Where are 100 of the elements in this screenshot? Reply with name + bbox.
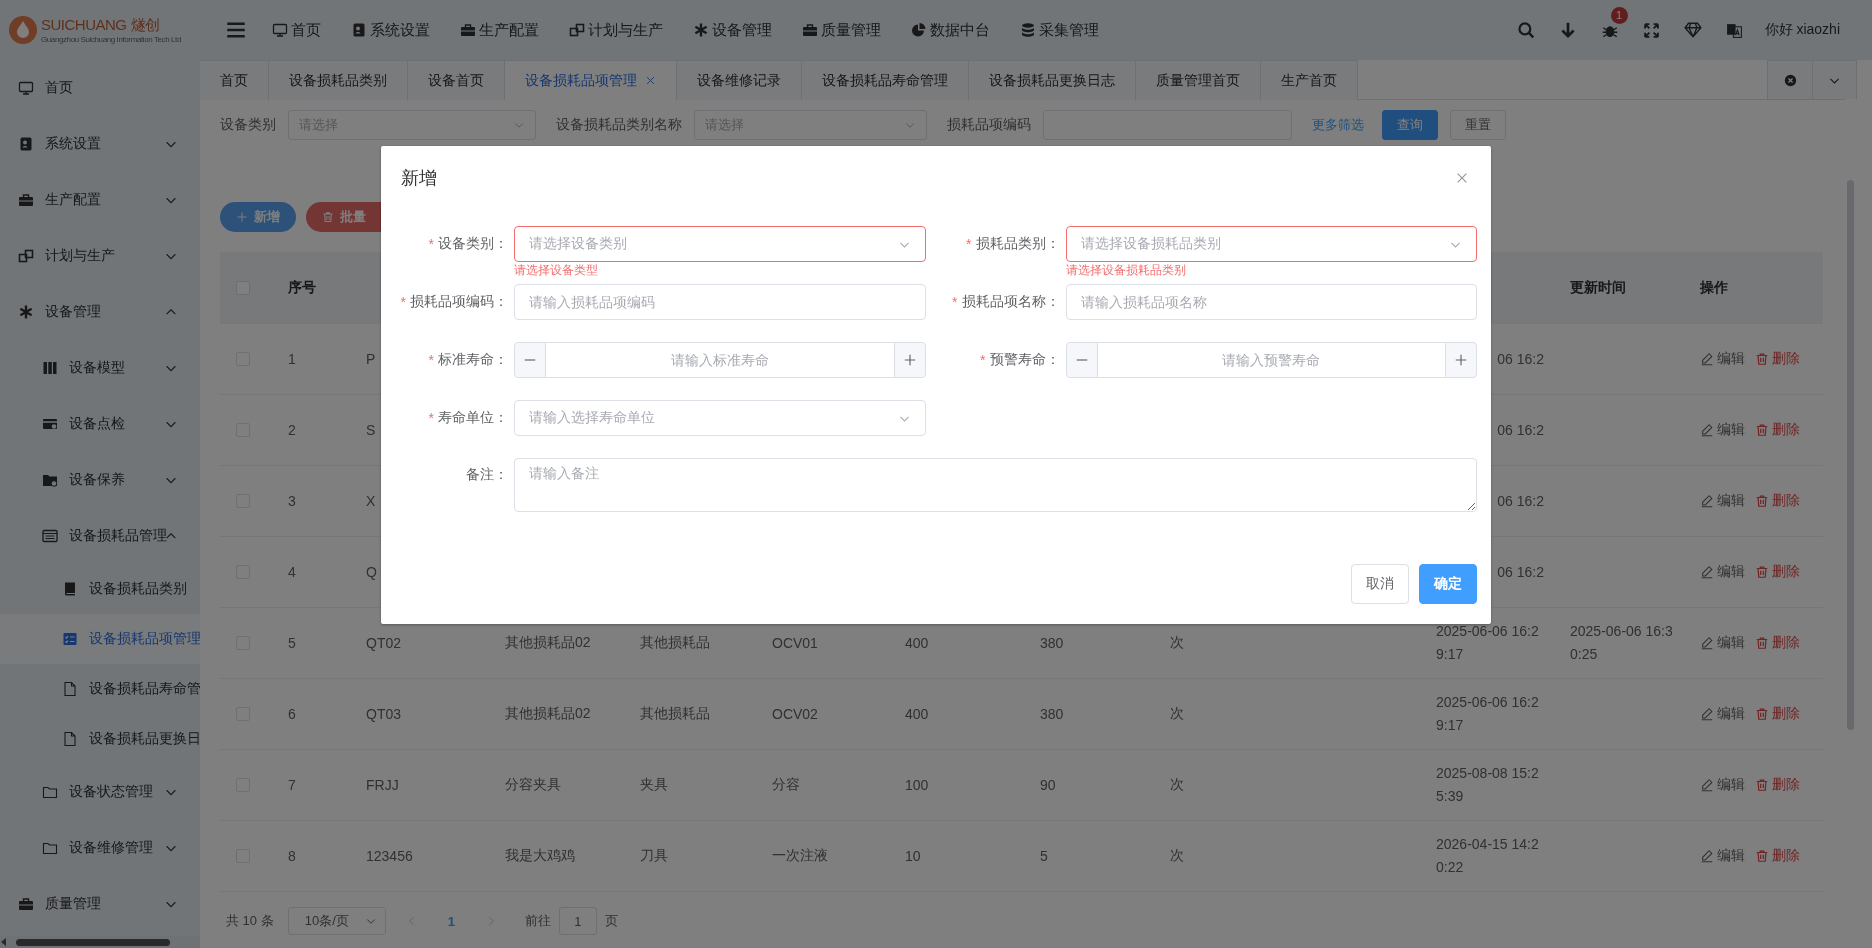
confirm-button[interactable]: 确定 bbox=[1419, 564, 1477, 604]
sidebar-item[interactable]: 设备损耗品更换日 bbox=[0, 714, 200, 764]
delete-link[interactable]: 删除 bbox=[1755, 563, 1800, 581]
delete-link[interactable]: 删除 bbox=[1755, 350, 1800, 368]
delete-link[interactable]: 删除 bbox=[1755, 705, 1800, 723]
table-cell-text: 06 16:2 bbox=[1497, 420, 1544, 440]
tab[interactable]: 设备首页 bbox=[408, 60, 505, 100]
arrow-down-icon bbox=[1558, 21, 1577, 39]
query-button[interactable]: 查询 bbox=[1382, 110, 1438, 140]
increment-button[interactable] bbox=[893, 342, 926, 378]
select-field[interactable]: 请选择设备损耗品类别 bbox=[1065, 226, 1477, 262]
pie-chart-icon bbox=[911, 22, 927, 38]
sidebar-item[interactable]: 生产配置 bbox=[0, 172, 200, 228]
delete-link[interactable]: 删除 bbox=[1755, 492, 1800, 510]
edit-link[interactable]: 编辑 bbox=[1700, 563, 1745, 581]
jump-suffix: 页 bbox=[604, 912, 618, 930]
edit-link[interactable]: 编辑 bbox=[1700, 421, 1745, 439]
nav-menu-item[interactable]: 设备管理 bbox=[681, 10, 784, 50]
add-button[interactable]: 新增 bbox=[220, 202, 296, 232]
tab[interactable]: 设备损耗品类别 bbox=[269, 60, 408, 100]
remark-field[interactable]: 请输入备注 bbox=[514, 458, 1477, 512]
table-cell: 分容夹具 bbox=[505, 776, 561, 792]
database-icon bbox=[1020, 22, 1036, 38]
tab[interactable]: 设备损耗品更换日志 bbox=[969, 60, 1136, 100]
field-label: 预警寿命： bbox=[989, 351, 1060, 369]
table-cell: Q bbox=[366, 564, 377, 580]
tab[interactable]: 生产首页 bbox=[1261, 60, 1358, 100]
scroll-left-arrow-icon[interactable] bbox=[0, 938, 8, 946]
input-field[interactable]: 请输入损耗品项名称 bbox=[1065, 284, 1477, 320]
pencil-icon bbox=[1700, 636, 1714, 650]
required-mark: * bbox=[428, 410, 434, 426]
input-field[interactable]: 请输入损耗品项编码 bbox=[514, 284, 926, 320]
sidebar-item[interactable]: 设备状态管理 bbox=[0, 764, 200, 820]
more-filters-link[interactable]: 更多筛选 bbox=[1312, 116, 1364, 134]
decrement-button[interactable] bbox=[1065, 342, 1098, 378]
increment-button[interactable] bbox=[1445, 342, 1477, 378]
delete-link[interactable]: 删除 bbox=[1755, 421, 1800, 439]
decrement-button[interactable] bbox=[514, 342, 546, 378]
edit-link[interactable]: 编辑 bbox=[1700, 705, 1745, 723]
table-cell: 次 bbox=[1170, 776, 1184, 792]
nav-menu-item[interactable]: 计划与生产 bbox=[557, 10, 675, 50]
id-card-icon bbox=[351, 22, 367, 38]
select-field[interactable]: 请选择设备类别 bbox=[514, 226, 926, 262]
sidebar-item[interactable]: 系统设置 bbox=[0, 116, 200, 172]
pencil-icon bbox=[1700, 849, 1714, 863]
sidebar-item[interactable]: 设备管理 bbox=[0, 284, 200, 340]
sidebar-item[interactable]: 首页 bbox=[0, 60, 200, 116]
sidebar-item[interactable]: 设备点检 bbox=[0, 396, 200, 452]
table-cell: 5 bbox=[1040, 848, 1048, 864]
delete-link[interactable]: 删除 bbox=[1755, 847, 1800, 865]
table-cell: 3 bbox=[288, 493, 296, 509]
select-field[interactable]: 请输入选择寿命单位 bbox=[514, 400, 926, 436]
delete-link[interactable]: 删除 bbox=[1755, 776, 1800, 794]
sidebar-item[interactable]: 设备模型 bbox=[0, 340, 200, 396]
number-input-field[interactable]: 请输入标准寿命 bbox=[546, 342, 894, 378]
sidebar-item[interactable]: 质量管理 bbox=[0, 876, 200, 932]
nav-menu-item[interactable]: 采集管理 bbox=[1008, 10, 1111, 50]
table-cell: 2 bbox=[288, 422, 296, 438]
edit-link[interactable]: 编辑 bbox=[1700, 350, 1745, 368]
close-icon bbox=[645, 75, 656, 86]
sidebar-item[interactable]: 设备损耗品寿命管 bbox=[0, 664, 200, 714]
sidebar-item[interactable]: 设备维修管理 bbox=[0, 820, 200, 876]
sidebar-item[interactable]: 设备损耗品项管理 bbox=[0, 614, 200, 664]
required-mark: * bbox=[400, 294, 406, 310]
filter-label: 损耗品项编码 bbox=[947, 116, 1031, 134]
field-label: 寿命单位： bbox=[438, 409, 508, 427]
nav-menu-item[interactable]: 首页 bbox=[260, 10, 333, 50]
nav-menu-item[interactable]: 数据中台 bbox=[899, 10, 1002, 50]
close-button[interactable] bbox=[1455, 171, 1469, 185]
edit-link[interactable]: 编辑 bbox=[1700, 776, 1745, 794]
edit-link[interactable]: 编辑 bbox=[1700, 634, 1745, 652]
tab[interactable]: 设备损耗品寿命管理 bbox=[802, 60, 969, 100]
nav-menu-item[interactable]: 系统设置 bbox=[339, 10, 442, 50]
edit-link[interactable]: 编辑 bbox=[1700, 847, 1745, 865]
tab[interactable]: 首页 bbox=[200, 60, 269, 100]
table-cell: 1 bbox=[288, 351, 296, 367]
number-input-field[interactable]: 请输入预警寿命 bbox=[1097, 342, 1445, 378]
tab[interactable]: 设备损耗品项管理 bbox=[505, 60, 677, 100]
page-size-select[interactable]: 10条/页 bbox=[287, 907, 386, 935]
tab[interactable]: 设备维修记录 bbox=[677, 60, 802, 100]
folder-icon bbox=[42, 784, 58, 800]
reset-button[interactable]: 重置 bbox=[1450, 110, 1506, 140]
plus-icon bbox=[1454, 353, 1468, 367]
sidebar-item[interactable]: 设备损耗品管理 bbox=[0, 508, 200, 564]
delete-link[interactable]: 删除 bbox=[1755, 634, 1800, 652]
sidebar-item[interactable]: 计划与生产 bbox=[0, 228, 200, 284]
sidebar-item[interactable]: 设备保养 bbox=[0, 452, 200, 508]
sidebar-item[interactable]: 设备损耗品类别 bbox=[0, 564, 200, 614]
tab[interactable]: 质量管理首页 bbox=[1136, 60, 1261, 100]
page-jump-field[interactable]: 1 bbox=[558, 907, 597, 935]
nav-menu-item[interactable]: 质量管理 bbox=[790, 10, 893, 50]
table-cell-text: 2025-06-06 16:29:17 bbox=[1436, 693, 1540, 735]
page-button[interactable]: 1 bbox=[437, 913, 465, 929]
field-label: 损耗品项名称： bbox=[961, 293, 1060, 311]
cancel-button[interactable]: 取消 bbox=[1351, 564, 1409, 604]
horizontal-scrollbar[interactable] bbox=[16, 938, 170, 946]
nav-menu-item[interactable]: 生产配置 bbox=[448, 10, 551, 50]
edit-link[interactable]: 编辑 bbox=[1700, 492, 1745, 510]
table-cell: 其他损耗品 bbox=[640, 634, 710, 650]
field-label: 损耗品类别： bbox=[975, 235, 1060, 253]
